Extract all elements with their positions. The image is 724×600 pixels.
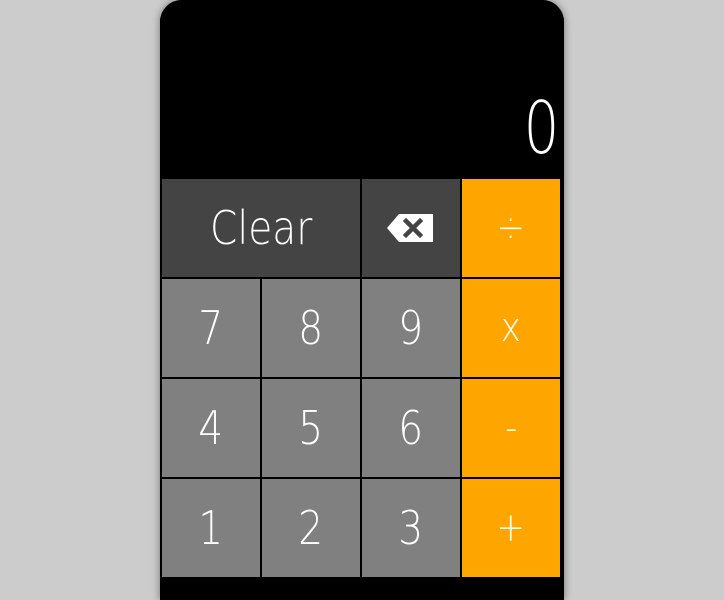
divide-button[interactable]: ÷ xyxy=(462,179,560,277)
digit-7-button[interactable]: 7 xyxy=(162,279,260,377)
add-label: + xyxy=(496,505,526,551)
backspace-button[interactable] xyxy=(362,179,460,277)
clear-button[interactable]: Clear xyxy=(162,179,360,277)
subtract-label: - xyxy=(504,405,518,451)
digit-9-label: 9 xyxy=(398,301,424,355)
subtract-button[interactable]: - xyxy=(462,379,560,477)
add-button[interactable]: + xyxy=(462,479,560,577)
digit-9-button[interactable]: 9 xyxy=(362,279,460,377)
digit-5-label: 5 xyxy=(298,401,324,455)
digit-3-label: 3 xyxy=(398,501,424,555)
divide-label: ÷ xyxy=(496,205,526,251)
multiply-button[interactable]: x xyxy=(462,279,560,377)
clear-label: Clear xyxy=(209,201,313,255)
digit-1-label: 1 xyxy=(198,501,224,555)
keypad: Clear ÷ 7 8 9 x 4 5 6 - 1 2 3 + xyxy=(162,179,562,577)
display-value: 0 xyxy=(523,86,560,170)
digit-1-button[interactable]: 1 xyxy=(162,479,260,577)
digit-7-label: 7 xyxy=(198,301,224,355)
calculator: 0 Clear ÷ 7 8 9 x 4 5 6 - 1 2 3 + xyxy=(160,0,564,600)
digit-3-button[interactable]: 3 xyxy=(362,479,460,577)
display: 0 xyxy=(160,0,564,179)
backspace-icon xyxy=(385,211,437,245)
digit-8-button[interactable]: 8 xyxy=(262,279,360,377)
digit-5-button[interactable]: 5 xyxy=(262,379,360,477)
digit-4-button[interactable]: 4 xyxy=(162,379,260,477)
multiply-label: x xyxy=(500,305,522,351)
digit-2-label: 2 xyxy=(298,501,324,555)
digit-4-label: 4 xyxy=(198,401,224,455)
digit-6-button[interactable]: 6 xyxy=(362,379,460,477)
digit-8-label: 8 xyxy=(298,301,324,355)
digit-2-button[interactable]: 2 xyxy=(262,479,360,577)
digit-6-label: 6 xyxy=(398,401,424,455)
